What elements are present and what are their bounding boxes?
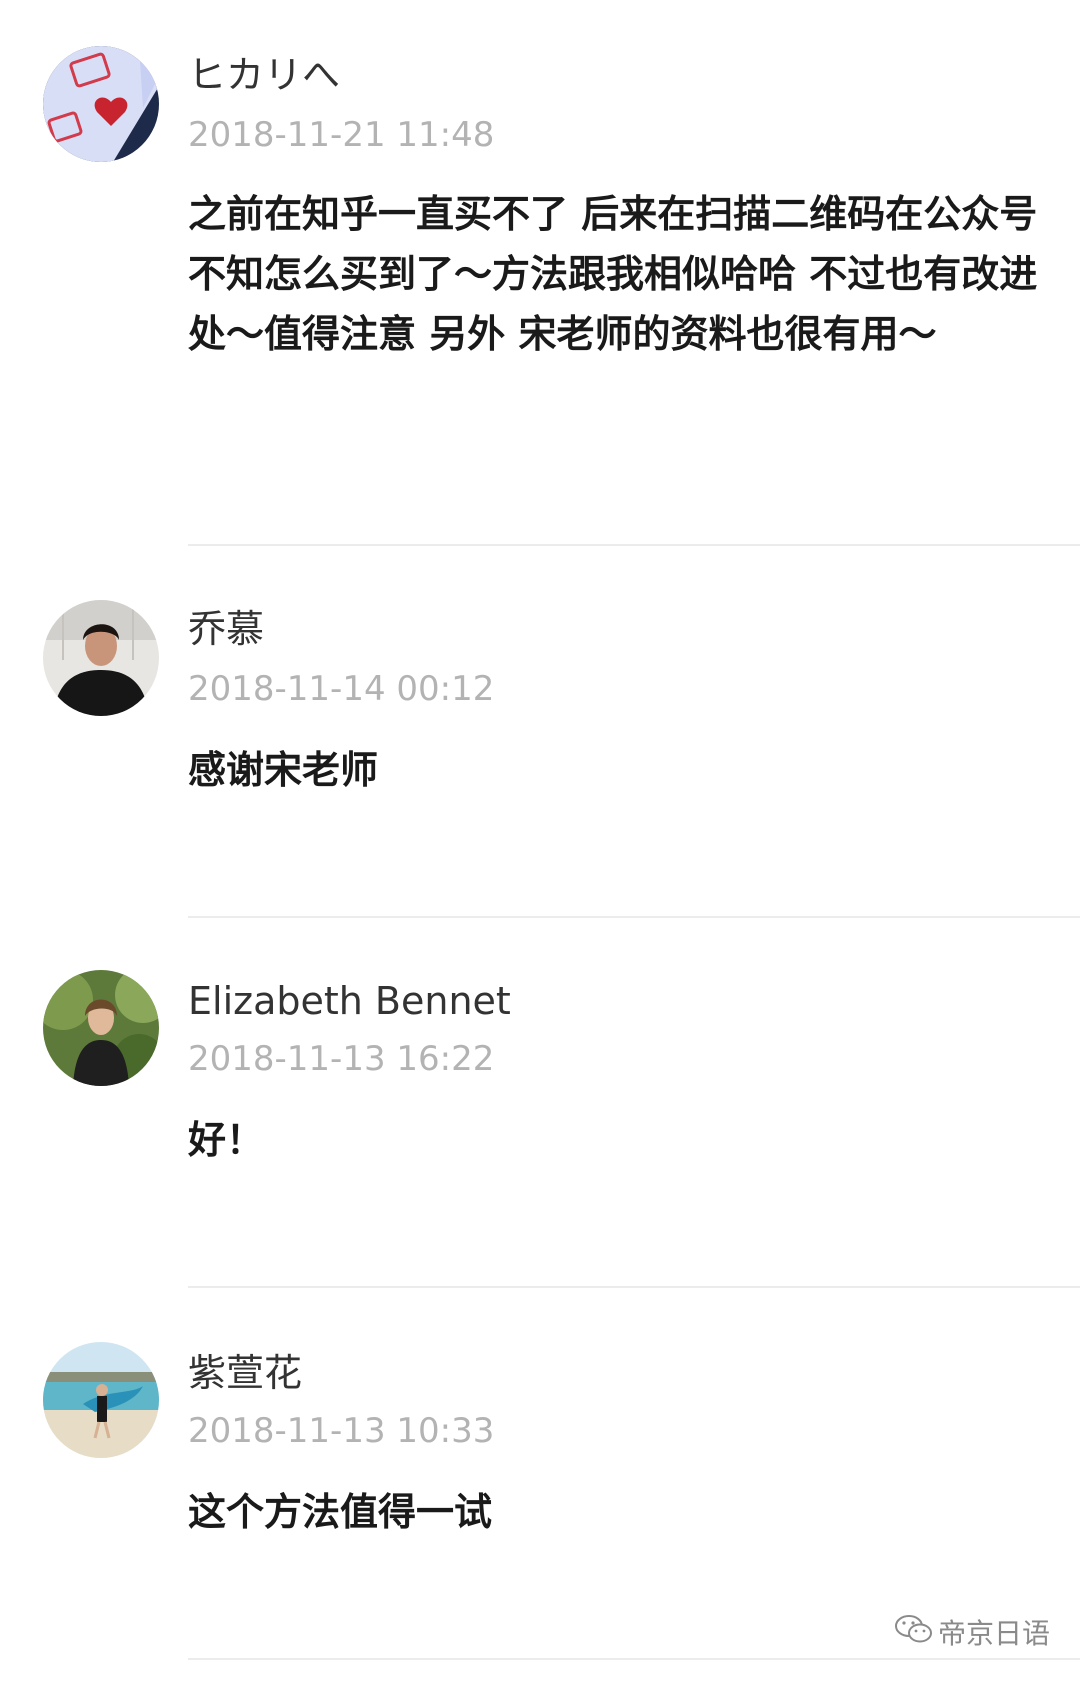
comment-time: 2018-11-14 00:12 [188, 669, 495, 709]
woman-in-garden-avatar[interactable] [43, 970, 159, 1086]
comment-time: 2018-11-21 11:48 [188, 115, 495, 155]
commenter-name[interactable]: 乔慕 [188, 610, 264, 648]
person-black-hoodie-avatar[interactable] [43, 600, 159, 716]
watermark-label: 帝京日语 [937, 1617, 1050, 1650]
commenter-name[interactable]: 紫萱花 [188, 1354, 302, 1392]
divider [188, 1658, 1080, 1660]
comment-text: 之前在知乎一直买不了 后来在扫描二维码在公众号不知怎么买到了～方法跟我相似哈哈 … [188, 192, 1038, 356]
heart-card-avatar[interactable] [43, 46, 159, 162]
comment-text: 感谢宋老师 [188, 748, 379, 792]
divider [188, 544, 1080, 546]
divider [188, 916, 1080, 918]
wechat-icon [894, 1613, 934, 1652]
comment-text: 好！ [188, 1118, 265, 1162]
divider [188, 1286, 1080, 1288]
commenter-name[interactable]: Elizabeth Bennet [188, 982, 511, 1020]
commenter-name[interactable]: ヒカリへ [188, 56, 340, 94]
watermark: 帝京日语 [894, 1612, 1050, 1652]
girl-on-beach-avatar[interactable] [43, 1342, 159, 1458]
comment-time: 2018-11-13 16:22 [188, 1039, 495, 1079]
comment-text: 这个方法值得一试 [188, 1490, 493, 1534]
comment-time: 2018-11-13 10:33 [188, 1411, 495, 1451]
